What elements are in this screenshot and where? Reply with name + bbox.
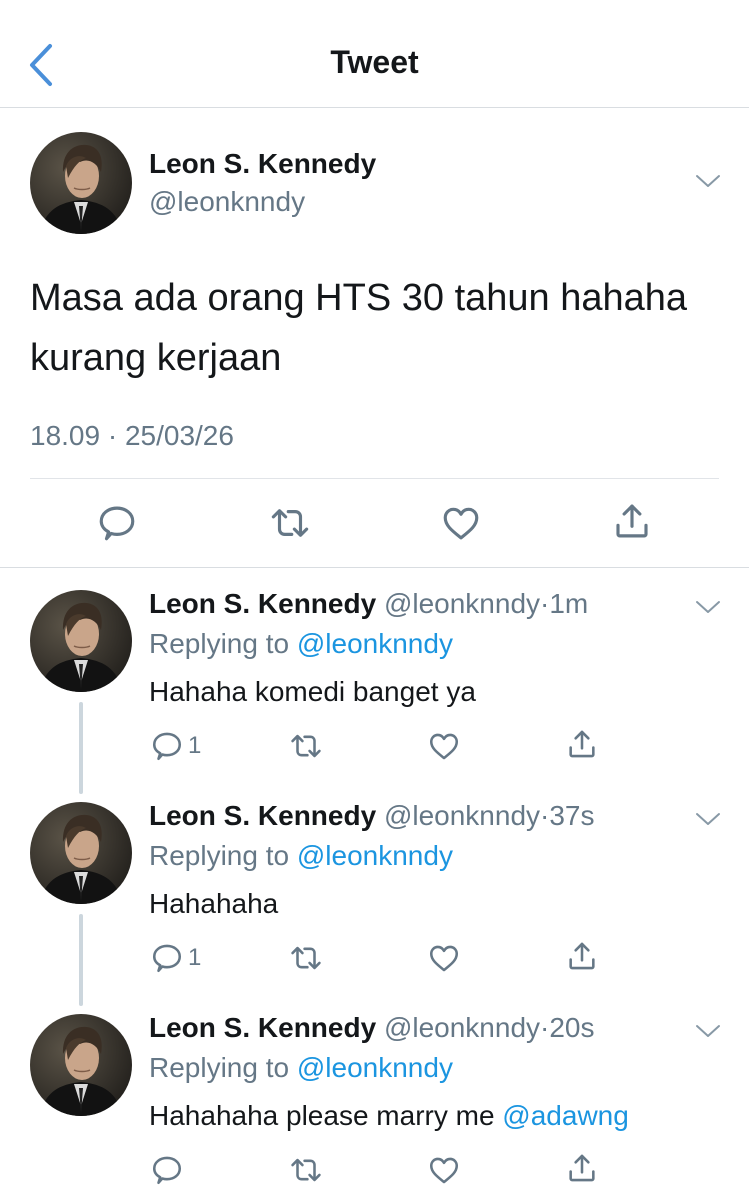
retweet-button[interactable] [268,501,312,545]
reply-text: Hahaha komedi banget ya [149,676,476,708]
retweet-button[interactable] [288,1148,324,1192]
chevron-down-icon [694,172,722,192]
divider [30,478,719,479]
share-button[interactable] [565,722,599,766]
retweet-arrows-icon [268,502,312,544]
replying-to-handle[interactable]: @leonknndy [297,1052,453,1083]
top-navigation-bar: Tweet [0,0,749,108]
like-button[interactable] [427,936,461,980]
reply-header: Leon S. Kennedy @leonknndy·37s [149,800,595,832]
comment-bubble-icon [150,1153,184,1187]
reply-button[interactable]: 1 [150,724,201,768]
share-upload-icon [565,1151,599,1185]
separator-dot: · [540,800,550,831]
comment-bubble-icon [150,941,184,975]
reply-count: 1 [188,944,202,971]
avatar[interactable] [30,1014,132,1116]
more-options-button[interactable] [694,1022,722,1042]
replying-to-label: Replying to [149,1052,290,1083]
reply-text: Hahahaha [149,888,278,920]
chevron-down-icon [694,1022,722,1042]
replying-to-handle[interactable]: @leonknndy [297,628,453,659]
retweet-arrows-icon [288,729,324,763]
retweet-button[interactable] [288,724,324,768]
comment-bubble-icon [96,502,138,544]
tweet-text: Masa ada orang HTS 30 tahun hahaha kuran… [30,277,688,379]
author-handle[interactable]: @leonknndy [384,800,540,831]
heart-icon [427,1153,461,1187]
avatar[interactable] [30,132,132,234]
mention-link[interactable]: @adawng [502,1100,629,1131]
reply-time: 1m [549,588,589,619]
reply-header: Leon S. Kennedy @leonknndy·20s [149,1012,595,1044]
reply-button[interactable]: 1 [150,936,201,980]
author-name[interactable]: Leon S. Kennedy [149,1012,376,1043]
retweet-arrows-icon [288,941,324,975]
like-button[interactable] [427,1148,461,1192]
page-title: Tweet [330,44,419,80]
more-options-button[interactable] [694,810,722,830]
comment-bubble-icon [150,729,184,763]
author-name[interactable]: Leon S. Kennedy [149,800,376,831]
reply-count: 1 [188,732,202,759]
reply-text-body: Hahaha komedi banget ya [149,676,476,707]
replying-to: Replying to @leonknndy [149,1052,453,1084]
more-options-button[interactable] [694,598,722,618]
replying-to-label: Replying to [149,628,290,659]
replying-to: Replying to @leonknndy [149,628,453,660]
like-button[interactable] [427,724,461,768]
share-upload-icon [565,727,599,761]
reply-tweet[interactable]: Leon S. Kennedy @leonknndy·37s Replying … [0,780,749,992]
share-button[interactable] [611,499,653,543]
heart-icon [440,502,482,544]
avatar[interactable] [30,590,132,692]
heart-icon [427,729,461,763]
share-button[interactable] [565,1146,599,1190]
share-upload-icon [611,500,653,542]
share-button[interactable] [565,934,599,978]
chevron-down-icon [694,810,722,830]
more-options-button[interactable] [694,172,722,192]
author-name[interactable]: Leon S. Kennedy [149,148,376,180]
reply-button[interactable] [150,1148,188,1192]
reply-header: Leon S. Kennedy @leonknndy·1m [149,588,588,620]
reply-tweet[interactable]: Leon S. Kennedy @leonknndy·1m Replying t… [0,568,749,780]
reply-tweet[interactable]: Leon S. Kennedy @leonknndy·20s Replying … [0,992,749,1200]
reply-text-body: Hahahaha please marry me [149,1100,495,1131]
author-handle[interactable]: @leonknndy [384,1012,540,1043]
tweet-timestamp: 18.09 · 25/03/26 [30,420,234,451]
replying-to: Replying to @leonknndy [149,840,453,872]
author-handle[interactable]: @leonknndy [149,186,305,218]
separator-dot: · [540,1012,550,1043]
author-name[interactable]: Leon S. Kennedy [149,588,376,619]
share-upload-icon [565,939,599,973]
replying-to-handle[interactable]: @leonknndy [297,840,453,871]
reply-text-body: Hahahaha [149,888,279,919]
chevron-down-icon [694,598,722,618]
replying-to-label: Replying to [149,840,290,871]
avatar[interactable] [30,802,132,904]
retweet-button[interactable] [288,936,324,980]
reply-time: 37s [549,800,595,831]
heart-icon [427,941,461,975]
retweet-arrows-icon [288,1153,324,1187]
reply-text: Hahahaha please marry me @adawng [149,1100,629,1132]
reply-button[interactable] [96,501,138,545]
separator-dot: · [540,588,550,619]
author-handle[interactable]: @leonknndy [384,588,540,619]
like-button[interactable] [440,501,482,545]
main-tweet: Leon S. Kennedy @leonknndy Masa ada oran… [0,108,749,568]
reply-time: 20s [549,1012,595,1043]
